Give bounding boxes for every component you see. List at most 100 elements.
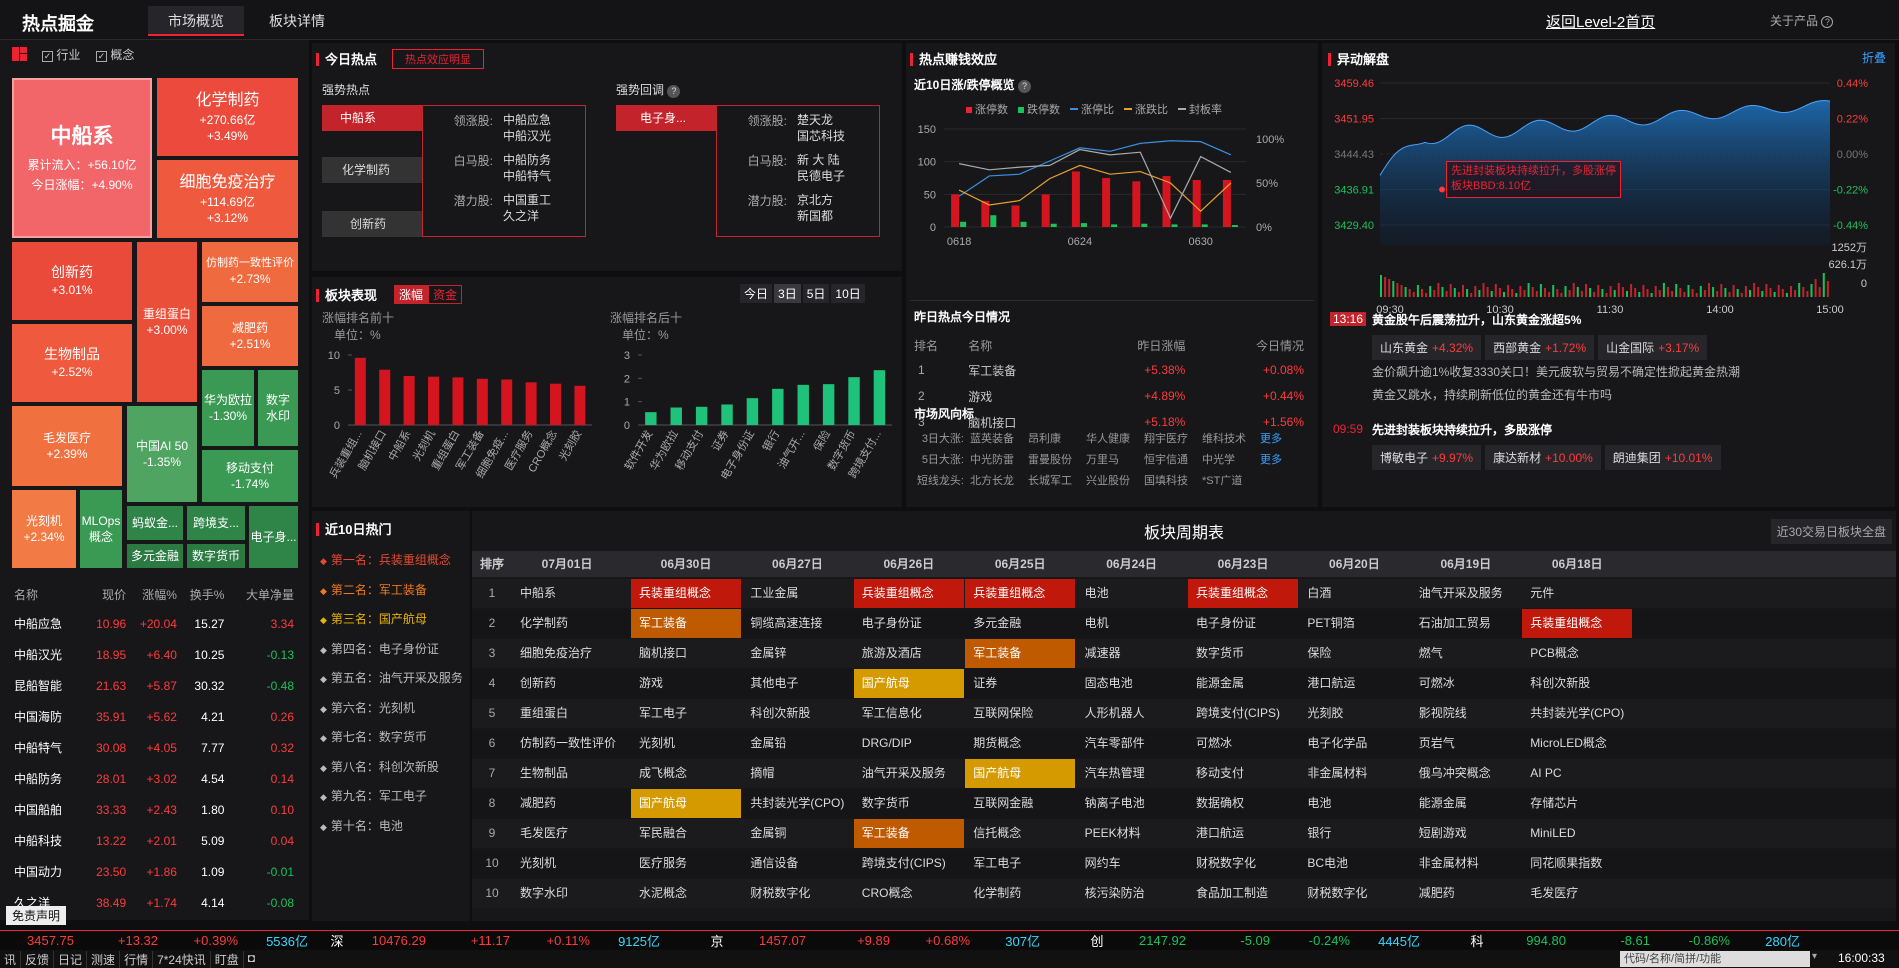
sector-cell[interactable]: 军民融合 (631, 819, 741, 848)
stock-chip[interactable]: 山金国际 +3.17% (1598, 335, 1708, 360)
stock-link[interactable]: 新国都 (797, 208, 833, 224)
sector-cell[interactable]: 军工电子 (631, 699, 741, 728)
sector-cell[interactable]: 铜缆高速连接 (742, 609, 852, 638)
filter-concept[interactable]: ✓ 概念 (96, 46, 134, 63)
sector-cell[interactable]: 财税数字化 (1188, 849, 1298, 878)
treemap-tile[interactable]: 中国AI 50 -1.35% (127, 406, 197, 502)
rank-item[interactable]: ◆ 第四名：电子身份证 (320, 640, 470, 670)
sector-cell[interactable]: 国产航母 (853, 669, 964, 698)
sector-cell[interactable]: 港口航运 (1299, 669, 1409, 698)
treemap-tile[interactable]: 重组蛋白 +3.00% (137, 242, 197, 402)
wind-stock[interactable]: 中光防雷 (970, 451, 1028, 472)
rank-item[interactable]: ◆ 第七名：数字货币 (320, 728, 470, 758)
sector-cell[interactable]: 影视院线 (1411, 699, 1521, 728)
sector-cell[interactable]: 重组蛋白 (512, 699, 622, 728)
period-5d[interactable]: 5日 (802, 284, 830, 303)
sector-cell[interactable]: 电子化学品 (1299, 729, 1409, 758)
collapse-button[interactable]: 折叠 (1862, 49, 1886, 66)
sector-cell[interactable]: 电池 (1077, 579, 1187, 608)
treemap-tile[interactable]: 华为欧拉 -1.30% (202, 370, 254, 446)
sector-cell[interactable]: 兵装重组概念 (965, 579, 1076, 608)
table-row[interactable]: 中国船舶 33.33 +2.43 1.80 0.10 (0, 794, 304, 825)
sector-cell[interactable]: 国产航母 (631, 789, 741, 818)
table-row[interactable]: 中船汉光 18.95 +6.40 10.25 -0.13 (0, 639, 304, 670)
index-item[interactable]: 科 994.80 -8.61 -0.86% 280亿 (1462, 931, 1842, 950)
rank-item[interactable]: ◆ 第八名：科创次新股 (320, 758, 470, 788)
treemap-tile[interactable]: 创新药 +3.01% (12, 242, 132, 320)
sector-cell[interactable]: 减肥药 (1411, 879, 1521, 908)
bottom-item[interactable]: 日记 (54, 951, 88, 968)
treemap-tile[interactable]: 细胞免疫治疗 +114.69亿 +3.12% (157, 160, 298, 238)
sector-cell[interactable]: 非金属材料 (1411, 849, 1521, 878)
sector-cell[interactable]: 化学制药 (965, 879, 1075, 908)
wind-stock[interactable]: 华人健康 (1086, 430, 1144, 451)
sector-cell[interactable]: 汽车零部件 (1077, 729, 1187, 758)
table-row[interactable]: 中船应急 10.96 +20.04 15.27 3.34 (0, 608, 304, 639)
sector-cell[interactable]: 金属锌 (742, 639, 852, 668)
sector-cell[interactable]: 证券 (965, 669, 1075, 698)
treemap-tile[interactable]: 仿制药一致性评价 +2.73% (202, 242, 298, 302)
return-level2-link[interactable]: 返回Level-2首页 (1546, 11, 1655, 32)
treemap-icon[interactable] (12, 47, 28, 61)
sector-cell[interactable]: 移动支付 (1188, 759, 1298, 788)
sector-cell[interactable]: 非金属材料 (1299, 759, 1409, 788)
wind-stock[interactable]: 长城军工 (1028, 472, 1086, 493)
stock-link[interactable]: 民德电子 (797, 168, 845, 184)
wind-stock[interactable]: 雷曼股份 (1028, 451, 1086, 472)
stock-chip[interactable]: 康达新材 +10.00% (1485, 445, 1601, 470)
bottom-item[interactable]: 盯盘 (211, 951, 244, 968)
sector-cell[interactable]: 金属铅 (742, 729, 852, 758)
wind-stock[interactable]: 国填科技 (1144, 472, 1202, 493)
sector-cell[interactable]: BC电池 (1299, 849, 1409, 878)
more-link[interactable]: 更多 (1260, 451, 1282, 472)
sector-cell[interactable]: CRO概念 (854, 879, 964, 908)
sector-cell[interactable]: 电子身份证 (854, 609, 964, 638)
sector-cell[interactable]: 创新药 (512, 669, 622, 698)
sector-cell[interactable]: 跨境支付(CIPS) (854, 849, 964, 878)
strong-item[interactable]: 中船系 (322, 105, 422, 131)
sector-cell[interactable]: 可燃冰 (1411, 669, 1521, 698)
sector-cell[interactable]: 短剧游戏 (1411, 819, 1521, 848)
sector-cell[interactable]: 细胞免疫治疗 (512, 639, 622, 668)
sector-cell[interactable]: 仿制药一致性评价 (512, 729, 622, 758)
stock-link[interactable]: 久之洋 (503, 208, 551, 224)
sector-cell[interactable]: 生物制品 (512, 759, 622, 788)
treemap-tile[interactable]: 多元金融 (127, 544, 183, 568)
sector-cell[interactable]: 兵装重组概念 (853, 579, 964, 608)
sector-cell[interactable]: 存储芯片 (1522, 789, 1632, 818)
sector-cell[interactable]: 减肥药 (512, 789, 622, 818)
wind-stock[interactable]: 维科技术 (1202, 430, 1260, 451)
sector-cell[interactable]: 财税数字化 (742, 879, 852, 908)
rank-item[interactable]: ◆ 第三名：国产航母 (320, 610, 470, 640)
sector-cell[interactable]: 油气开采及服务 (854, 759, 964, 788)
wind-stock[interactable]: 翔宇医疗 (1144, 430, 1202, 451)
sector-cell[interactable]: 游戏 (631, 669, 741, 698)
sector-cell[interactable]: AI PC (1522, 759, 1632, 788)
stock-link[interactable]: 京北方 (797, 192, 833, 208)
index-item[interactable]: 3457.75 +13.32 +0.39% 5536亿 (0, 931, 322, 950)
stock-chip[interactable]: 博敏电子 +9.97% (1372, 445, 1482, 470)
sector-cell[interactable]: 军工装备 (853, 819, 964, 848)
sector-cell[interactable]: 医疗服务 (631, 849, 741, 878)
table-row[interactable]: 中国海防 35.91 +5.62 4.21 0.26 (0, 701, 304, 732)
table-row[interactable]: 昆船智能 21.63 +5.87 30.32 -0.48 (0, 670, 304, 701)
stock-chip[interactable]: 朗迪集团 +10.01% (1604, 445, 1721, 470)
rank-item[interactable]: ◆ 第六名：光刻机 (320, 699, 470, 729)
sector-cell[interactable]: 国产航母 (965, 759, 1076, 788)
sector-cell[interactable]: 数据确权 (1188, 789, 1298, 818)
sector-cell[interactable]: 金属铜 (742, 819, 852, 848)
stock-link[interactable]: 中船防务 (503, 152, 551, 168)
strong-item[interactable]: 创新药 (322, 211, 422, 237)
table-row[interactable]: 中船防务 28.01 +3.02 4.54 0.14 (0, 763, 304, 794)
stock-link[interactable]: 中船特气 (503, 168, 551, 184)
sector-cell[interactable]: 电子身份证 (1188, 609, 1298, 638)
rank-item[interactable]: ◆ 第五名：油气开采及服务 (320, 669, 470, 699)
wind-stock[interactable]: 兴业股份 (1086, 472, 1144, 493)
disclaimer-button[interactable]: 免责声明 (6, 906, 67, 925)
sector-cell[interactable]: 期货概念 (965, 729, 1075, 758)
treemap-tile[interactable]: 光刻机 +2.34% (12, 490, 76, 568)
sector-cell[interactable]: 通信设备 (742, 849, 852, 878)
treemap-tile[interactable]: 生物制品 +2.52% (12, 324, 132, 402)
sector-cell[interactable]: 数字水印 (512, 879, 622, 908)
sector-cell[interactable]: 水泥概念 (631, 879, 741, 908)
